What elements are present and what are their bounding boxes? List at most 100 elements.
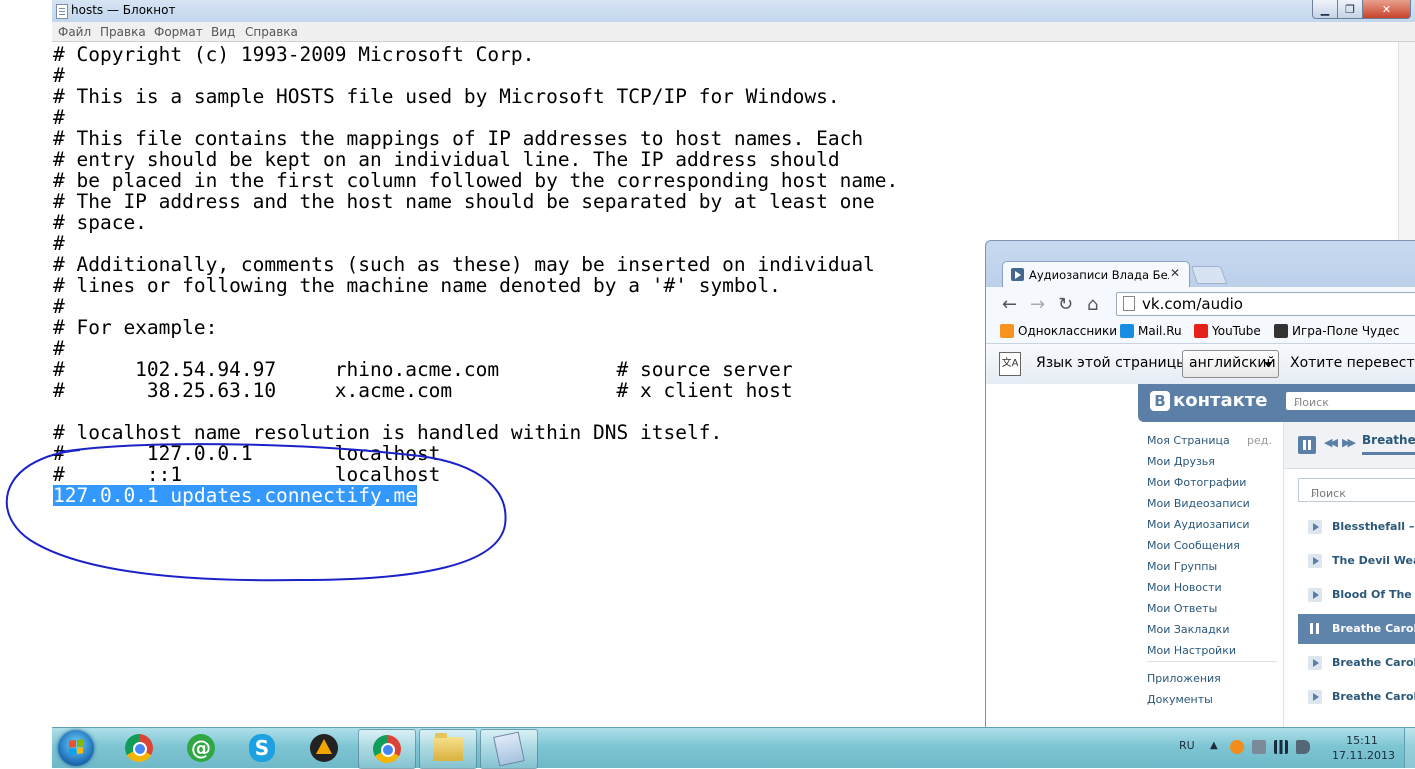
audio-track[interactable]: Breathe Carolin [1298,648,1415,678]
audio-search-input[interactable]: ⌕ Поиск [1298,478,1415,502]
vk-menu-documents[interactable]: Документы [1147,693,1213,706]
selected-text-line: 127.0.0.1 updates.connectify.me [53,484,417,507]
notepad-title-bar[interactable]: hosts — Блокнот [52,0,1415,23]
menu-view[interactable]: Вид [211,25,235,39]
text-line: # 102.54.94.97 rhino.acme.com # source s… [53,358,793,381]
vk-menu-my-page[interactable]: Моя Страница [1147,434,1230,447]
vk-menu-groups[interactable]: Мои Группы [1147,560,1217,573]
play-icon[interactable] [1308,554,1322,568]
language-select[interactable]: английский [1182,350,1279,378]
minimize-button[interactable]: ▁ [1312,0,1338,19]
vk-menu-bookmarks[interactable]: Мои Закладки [1147,623,1229,636]
text-line: # [53,64,65,87]
text-line: # This is a sample HOSTS file used by Mi… [53,85,840,108]
taskbar-chrome-pinned[interactable] [111,729,167,767]
progress-bar[interactable] [1362,452,1415,455]
minimize-icon: ▁ [1320,2,1330,16]
audio-track-playing[interactable]: Breathe Carolin [1298,614,1415,644]
chrome-icon [373,735,401,763]
play-icon[interactable] [1308,588,1322,602]
menu-bar: Файл Правка Формат Вид Справка [52,22,1415,42]
reload-icon[interactable]: ↻ [1058,294,1073,315]
start-button[interactable] [58,730,94,766]
audio-track[interactable]: The Devil Wear [1298,546,1415,576]
vk-menu-settings[interactable]: Мои Настройки [1147,644,1236,657]
tab-title: Аудиозаписи Влада Беля [1029,268,1169,282]
vk-menu-messages[interactable]: Мои Сообщения [1147,539,1240,552]
bookmark-odnoklassniki[interactable]: Одноклассники [1000,324,1117,338]
network-signal-icon[interactable] [1274,740,1288,754]
next-track-icon[interactable]: ▶▶ [1342,436,1356,449]
audio-track[interactable]: Breathe Carolin [1298,682,1415,712]
taskbar-mail-agent[interactable]: @ [173,729,229,767]
play-icon[interactable] [1308,690,1322,704]
track-title: Breathe Carolin [1332,690,1415,703]
taskbar-skype[interactable]: S [234,729,290,767]
vk-menu-audio[interactable]: Мои Аудиозаписи [1147,518,1250,531]
taskbar-notepad[interactable] [480,729,538,769]
vk-logo-text[interactable]: контакте [1173,390,1267,411]
vk-menu-photos[interactable]: Мои Фотографии [1147,476,1246,489]
play-icon[interactable] [1308,520,1322,534]
menu-help[interactable]: Справка [245,25,298,39]
address-bar[interactable]: vk.com/audio [1116,292,1415,316]
previous-track-icon[interactable]: ◀◀ [1324,436,1338,449]
search-placeholder: Поиск [1294,396,1329,409]
forward-arrow-icon[interactable]: → [1030,294,1045,315]
bookmark-label: Mail.Ru [1138,324,1182,338]
language-indicator[interactable]: RU [1179,739,1195,752]
audio-track[interactable]: Blessthefall – Yo [1298,512,1415,542]
desktop-edge [0,0,52,767]
play-icon[interactable] [1308,656,1322,670]
bookmark-mailru[interactable]: Mail.Ru [1120,324,1182,338]
vk-menu-friends[interactable]: Мои Друзья [1147,455,1215,468]
skype-icon: S [249,734,275,762]
taskbar-aimp[interactable] [296,729,352,767]
text-line: # [53,337,65,360]
menu-format[interactable]: Формат [154,25,203,39]
menu-edit[interactable]: Правка [100,25,146,39]
show-desktop-button[interactable] [1404,728,1415,768]
taskbar-explorer[interactable] [419,729,477,769]
tray-app-icon[interactable] [1230,740,1244,754]
clock[interactable]: 15:11 17.11.2013 [1332,733,1395,763]
vk-menu-videos[interactable]: Мои Видеозаписи [1147,497,1250,510]
taskbar-chrome-open[interactable] [358,729,416,769]
audio-track[interactable]: Blood Of The M [1298,580,1415,610]
tab-close-icon[interactable]: ✕ [1170,266,1180,280]
audio-column: ◀◀ ▶▶ Breathe ⌕ Поиск Blessthefall – Yo … [1283,422,1415,728]
browser-tab[interactable]: Аудиозаписи Влада Беля ✕ [1002,261,1190,288]
text-line: # space. [53,211,147,234]
vk-search-input[interactable]: ⌕ Поиск [1286,392,1415,410]
language-value: английский [1189,355,1276,371]
bookmark-youtube[interactable]: YouTube [1194,324,1261,338]
bookmark-pole-chudes[interactable]: Игра-Поле Чудес [1274,324,1399,338]
vk-menu-edit-link[interactable]: ред. [1247,434,1272,447]
new-tab-button[interactable] [1190,266,1228,284]
close-button[interactable]: ✕ [1362,0,1411,19]
youtube-icon [1194,324,1208,338]
vk-logo-icon[interactable]: В [1150,391,1170,411]
home-icon[interactable]: ⌂ [1087,294,1098,315]
bookmark-label: Одноклассники [1018,324,1118,338]
vk-menu-answers[interactable]: Мои Ответы [1147,602,1217,615]
tray-device-icon[interactable] [1252,740,1266,754]
menu-file[interactable]: Файл [58,25,91,39]
search-placeholder: Поиск [1311,487,1346,500]
track-title: Blessthefall – Yo [1332,520,1415,533]
pause-icon[interactable] [1298,436,1316,454]
maximize-button[interactable]: ❐ [1337,0,1363,19]
vk-menu-news[interactable]: Мои Новости [1147,581,1222,594]
browser-window[interactable]: Аудиозаписи Влада Беля ✕ ← → ↻ ⌂ vk.com/… [985,240,1415,729]
text-line: # entry should be kept on an individual … [53,148,840,171]
back-arrow-icon[interactable]: ← [1002,294,1017,315]
volume-icon[interactable] [1296,740,1310,754]
text-line: # [53,232,65,255]
translate-label: Язык этой страницы [1036,355,1188,371]
clock-time: 15:11 [1346,734,1378,747]
vk-menu-apps[interactable]: Приложения [1147,672,1221,685]
notepad-icon [493,731,525,767]
restore-icon: ❐ [1345,2,1355,16]
show-hidden-icons-icon[interactable]: ▲ [1210,740,1218,751]
pause-icon[interactable] [1308,622,1322,636]
